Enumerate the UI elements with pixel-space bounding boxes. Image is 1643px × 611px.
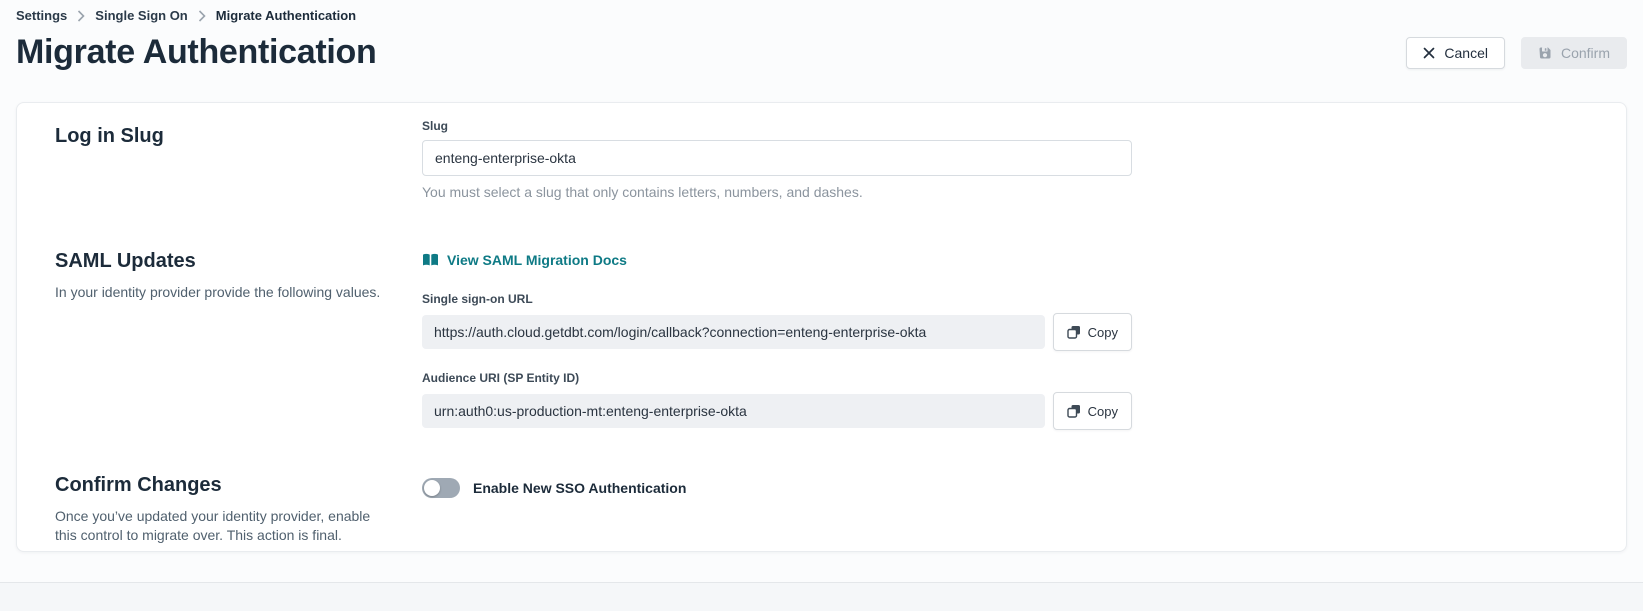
saml-updates-right: View SAML Migration Docs Single sign-on …: [422, 250, 1588, 430]
saml-updates-heading: SAML Updates: [55, 250, 422, 273]
breadcrumb-migrate-authentication: Migrate Authentication: [216, 8, 356, 23]
confirm-button[interactable]: Confirm: [1521, 37, 1627, 69]
confirm-changes-left: Confirm Changes Once you’ve updated your…: [55, 474, 422, 545]
log-in-slug-right: Slug You must select a slug that only co…: [422, 119, 1588, 200]
breadcrumb-settings[interactable]: Settings: [16, 8, 67, 23]
sso-url-label: Single sign-on URL: [422, 292, 1588, 306]
saml-updates-description: In your identity provider provide the fo…: [55, 283, 385, 302]
copy-button-label: Copy: [1088, 325, 1118, 340]
view-saml-migration-docs-link[interactable]: View SAML Migration Docs: [422, 252, 627, 268]
audience-uri-group: Audience URI (SP Entity ID) urn:auth0:us…: [422, 371, 1588, 430]
log-in-slug-left: Log in Slug: [55, 119, 422, 148]
confirm-changes-description: Once you’ve updated your identity provid…: [55, 507, 375, 545]
sso-url-value: https://auth.cloud.getdbt.com/login/call…: [422, 315, 1045, 349]
section-saml-updates: SAML Updates In your identity provider p…: [55, 250, 1588, 430]
confirm-button-label: Confirm: [1561, 45, 1610, 61]
chevron-right-icon: [77, 10, 85, 22]
enable-new-sso-toggle-label: Enable New SSO Authentication: [473, 480, 686, 496]
toggle-knob: [424, 480, 440, 496]
x-icon: [1423, 47, 1435, 59]
cancel-button[interactable]: Cancel: [1406, 37, 1505, 69]
enable-new-sso-toggle[interactable]: [422, 478, 460, 498]
chevron-right-icon: [198, 10, 206, 22]
copy-audience-uri-button[interactable]: Copy: [1053, 392, 1132, 430]
audience-uri-label: Audience URI (SP Entity ID): [422, 371, 1588, 385]
log-in-slug-heading: Log in Slug: [55, 125, 422, 148]
cancel-button-label: Cancel: [1444, 45, 1488, 61]
confirm-changes-heading: Confirm Changes: [55, 474, 422, 497]
breadcrumb: Settings Single Sign On Migrate Authenti…: [16, 6, 1627, 23]
open-book-icon: [422, 253, 439, 267]
page-header: Migrate Authentication Cancel Confirm: [16, 33, 1627, 72]
saml-updates-left: SAML Updates In your identity provider p…: [55, 250, 422, 302]
sso-url-group: Single sign-on URL https://auth.cloud.ge…: [422, 292, 1588, 351]
docs-link-label: View SAML Migration Docs: [447, 252, 627, 268]
save-icon: [1538, 46, 1552, 60]
copy-button-label: Copy: [1088, 404, 1118, 419]
confirm-changes-right: Enable New SSO Authentication: [422, 474, 1588, 498]
slug-input[interactable]: [422, 140, 1132, 176]
main-content: Settings Single Sign On Migrate Authenti…: [0, 0, 1643, 583]
audience-uri-value: urn:auth0:us-production-mt:enteng-enterp…: [422, 394, 1045, 428]
page-footer-strip: [0, 583, 1643, 611]
slug-label: Slug: [422, 119, 1588, 133]
page-title: Migrate Authentication: [16, 33, 376, 72]
copy-icon: [1067, 325, 1081, 339]
section-confirm-changes: Confirm Changes Once you’ve updated your…: [55, 474, 1588, 545]
section-log-in-slug: Log in Slug Slug You must select a slug …: [55, 119, 1588, 200]
migrate-authentication-card: Log in Slug Slug You must select a slug …: [16, 102, 1627, 552]
header-actions: Cancel Confirm: [1406, 37, 1627, 69]
copy-icon: [1067, 404, 1081, 418]
copy-sso-url-button[interactable]: Copy: [1053, 313, 1132, 351]
breadcrumb-single-sign-on[interactable]: Single Sign On: [95, 8, 187, 23]
slug-helper-text: You must select a slug that only contain…: [422, 184, 1588, 200]
